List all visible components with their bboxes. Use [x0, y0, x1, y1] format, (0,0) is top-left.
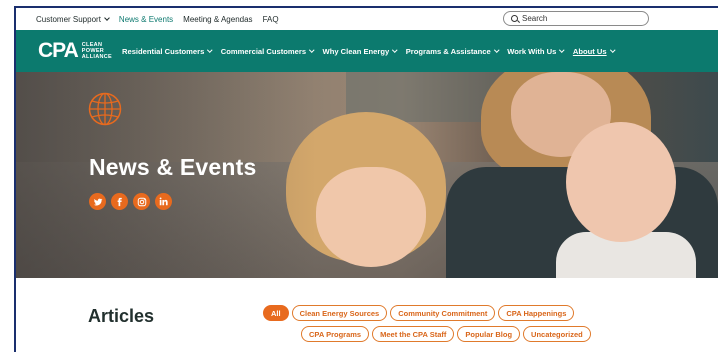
filter-cpa-programs[interactable]: CPA Programs — [301, 326, 370, 342]
chevron-down-icon — [493, 47, 499, 53]
search-icon — [511, 15, 518, 22]
filter-meet-the-cpa-staff[interactable]: Meet the CPA Staff — [372, 326, 455, 342]
logo-wordmark: CLEAN POWER ALLIANCE — [82, 42, 112, 60]
page-frame: Customer Support News & Events Meeting &… — [14, 6, 718, 352]
search-input[interactable]: Search — [503, 11, 649, 26]
utility-news-events[interactable]: News & Events — [119, 15, 173, 24]
hero-banner: News & Events — [16, 72, 718, 278]
cpa-logo[interactable]: CPA CLEAN POWER ALLIANCE — [38, 39, 112, 63]
articles-heading: Articles — [88, 306, 155, 326]
chevron-down-icon — [207, 47, 213, 53]
nav-work-with-us[interactable]: Work With Us — [507, 46, 565, 56]
chevron-down-icon — [104, 15, 110, 21]
filter-all[interactable]: All — [263, 305, 289, 321]
nav-programs-label: Programs & Assistance — [405, 46, 491, 56]
search-placeholder: Search — [522, 14, 548, 23]
nav-residential-customers[interactable]: Residential Customers — [122, 46, 213, 56]
nav-residential-label: Residential Customers — [122, 46, 205, 56]
utility-faq-label: FAQ — [262, 14, 279, 24]
nav-commercial-label: Commercial Customers — [220, 46, 307, 56]
filter-row-2: CPA Programs Meet the CPA Staff Popular … — [263, 326, 623, 342]
chevron-down-icon — [309, 47, 315, 53]
hero-photo-baby-head — [566, 122, 676, 242]
filter-cpa-happenings[interactable]: CPA Happenings — [498, 305, 575, 321]
globe-icon — [88, 92, 122, 126]
utility-customer-support-label: Customer Support — [36, 14, 101, 24]
filter-uncategorized[interactable]: Uncategorized — [523, 326, 591, 342]
utility-meeting-agendas[interactable]: Meeting & Agendas — [183, 15, 252, 24]
social-links — [89, 193, 177, 210]
linkedin-icon[interactable] — [155, 193, 172, 210]
nav-programs-assistance[interactable]: Programs & Assistance — [405, 46, 499, 56]
filter-clean-energy-sources[interactable]: Clean Energy Sources — [291, 305, 388, 321]
nav-about-us[interactable]: About Us — [572, 46, 615, 56]
filter-community-commitment[interactable]: Community Commitment — [390, 305, 496, 321]
twitter-icon[interactable] — [89, 193, 106, 210]
logo-mark: CPA — [38, 39, 79, 62]
chevron-down-icon — [559, 47, 565, 53]
utility-news-events-label: News & Events — [118, 14, 174, 24]
facebook-icon[interactable] — [111, 193, 128, 210]
nav-work-with-us-label: Work With Us — [507, 46, 557, 56]
chevron-down-icon — [392, 47, 398, 53]
utility-bar: Customer Support News & Events Meeting &… — [16, 8, 718, 30]
utility-customer-support[interactable]: Customer Support — [36, 14, 110, 24]
utility-meeting-agendas-label: Meeting & Agendas — [183, 14, 253, 24]
page-title: News & Events — [89, 154, 257, 180]
main-nav: CPA CLEAN POWER ALLIANCE Residential Cus… — [16, 30, 718, 72]
nav-commercial-customers[interactable]: Commercial Customers — [220, 46, 315, 56]
hero-photo-girl-face — [316, 167, 426, 267]
nav-why-clean-energy-label: Why Clean Energy — [322, 46, 390, 56]
instagram-icon[interactable] — [133, 193, 150, 210]
nav-about-us-label: About Us — [572, 46, 607, 56]
utility-faq[interactable]: FAQ — [263, 15, 279, 24]
article-filters: All Clean Energy Sources Community Commi… — [263, 305, 623, 347]
chevron-down-icon — [609, 47, 615, 53]
filter-row-1: All Clean Energy Sources Community Commi… — [263, 305, 623, 321]
filter-popular-blog[interactable]: Popular Blog — [457, 326, 521, 342]
logo-line-3: ALLIANCE — [81, 54, 112, 60]
nav-why-clean-energy[interactable]: Why Clean Energy — [322, 46, 398, 56]
